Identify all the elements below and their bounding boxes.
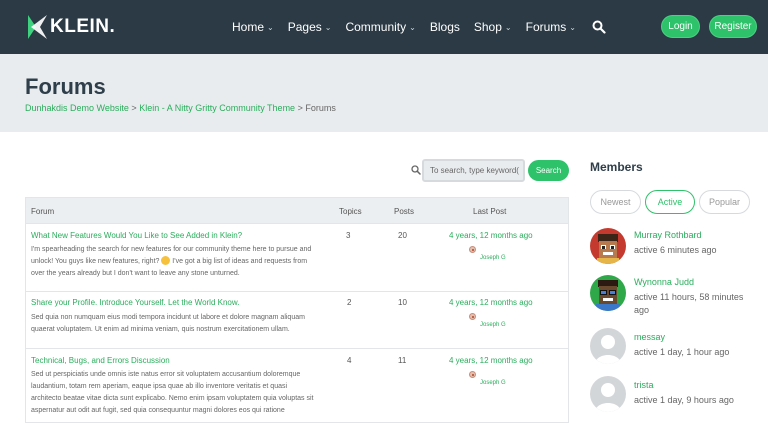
chevron-down-icon: ⌄ — [504, 22, 512, 32]
last-post-user[interactable]: Joseph G — [480, 322, 506, 328]
login-button[interactable]: Login — [661, 15, 700, 38]
table-row: Technical, Bugs, and Errors Discussion S… — [26, 348, 568, 422]
tab-newest[interactable]: Newest — [590, 190, 641, 214]
forum-description: I'm spearheading the search for new feat… — [31, 244, 325, 280]
breadcrumb-current: Forums — [305, 103, 336, 113]
forum-search-input[interactable] — [422, 159, 525, 182]
desc-text: unlock! You guys like new features, righ… — [31, 258, 162, 265]
col-topics: Topics — [339, 207, 362, 216]
user-avatar[interactable] — [469, 371, 476, 378]
member-name-link[interactable]: Wynonna Judd — [634, 277, 694, 287]
last-post-user[interactable]: Joseph G — [480, 255, 506, 261]
desc-line: Sed quia non numquam eius modi tempora i… — [31, 314, 305, 321]
last-post-link[interactable]: 4 years, 12 months ago — [449, 298, 533, 307]
default-user-icon — [595, 335, 621, 364]
posts-count: 11 — [398, 356, 407, 365]
breadcrumb: Dunhakdis Demo Website > Klein - A Nitty… — [25, 103, 336, 113]
member-activity: active 1 day, 9 hours ago — [634, 395, 734, 405]
desc-text: I've got a big list of ideas and request… — [170, 258, 308, 265]
member-activity: active 6 minutes ago — [634, 245, 717, 255]
avatar[interactable] — [590, 228, 626, 264]
breadcrumb-separator: > — [131, 103, 137, 113]
col-last-post: Last Post — [473, 207, 507, 216]
nav-shop[interactable]: Shop ⌄ — [474, 20, 512, 34]
chevron-down-icon: ⌄ — [267, 22, 274, 32]
user-avatar[interactable] — [469, 313, 476, 320]
desc-line: quaerat voluptatem. Ut enim ad minima ve… — [31, 326, 290, 333]
forum-title-link[interactable]: Technical, Bugs, and Errors Discussion — [31, 356, 170, 365]
avatar[interactable] — [590, 328, 626, 364]
breadcrumb-theme-link[interactable]: Klein - A Nitty Gritty Community Theme — [139, 103, 295, 113]
desc-line: unlock! You guys like new features, righ… — [31, 256, 325, 268]
nav-forums[interactable]: Forums ⌄ — [526, 20, 576, 34]
search-icon[interactable] — [592, 20, 606, 34]
topics-count: 2 — [347, 298, 352, 307]
posts-count: 20 — [398, 231, 407, 240]
search-button[interactable]: Search — [528, 160, 569, 181]
table-row: What New Features Would You Like to See … — [26, 223, 568, 291]
nav-home[interactable]: Home ⌄ — [232, 20, 274, 34]
nav-blogs-label: Blogs — [429, 20, 460, 34]
forums-table: Forum Topics Posts Last Post What New Fe… — [25, 197, 569, 423]
smiley-icon — [161, 256, 171, 265]
nav-community-label: Community — [345, 20, 407, 34]
forum-title-link[interactable]: What New Features Would You Like to See … — [31, 231, 242, 240]
top-navbar: KLEIN. Home ⌄ Pages ⌄ Community ⌄ Blogs Sho… — [0, 0, 768, 54]
nav-shop-label: Shop — [473, 20, 502, 34]
forum-title-link[interactable]: Share your Profile. Introduce Yourself. … — [31, 298, 239, 307]
last-post-link[interactable]: 4 years, 12 months ago — [449, 356, 533, 365]
members-widget-title: Members — [590, 160, 643, 174]
last-post-link[interactable]: 4 years, 12 months ago — [449, 231, 533, 240]
nav-blogs[interactable]: Blogs — [430, 20, 460, 34]
search-icon — [411, 165, 421, 175]
desc-line: laudantium, totam rem aperiam, eaque ips… — [31, 383, 288, 390]
pixel-avatar-icon — [590, 228, 626, 264]
avatar[interactable] — [590, 275, 626, 311]
desc-line: over the years already but I don't want … — [31, 270, 240, 277]
nav-pages[interactable]: Pages ⌄ — [288, 20, 332, 34]
main-nav: Home ⌄ Pages ⌄ Community ⌄ Blogs Shop ⌄ Foru… — [232, 0, 606, 54]
member-activity: active 1 day, 1 hour ago — [634, 347, 730, 357]
site-logo[interactable]: KLEIN. — [26, 12, 115, 42]
pixel-avatar-icon — [590, 275, 626, 311]
forum-description: Sed ut perspiciatis unde omnis iste natu… — [31, 369, 325, 417]
desc-line: architecto beatae vitae dicta sunt expli… — [31, 395, 314, 402]
desc-line: aspernatur aut odit aut fugit, sed quia … — [31, 407, 285, 414]
member-activity: active 11 hours, 58 minutes ago — [634, 292, 744, 315]
topics-count: 3 — [346, 231, 351, 240]
member-name-link[interactable]: Murray Rothbard — [634, 230, 702, 240]
member-name-link[interactable]: trista — [634, 380, 654, 390]
col-forum: Forum — [31, 207, 55, 216]
forum-description: Sed quia non numquam eius modi tempora i… — [31, 312, 325, 336]
default-user-icon — [595, 383, 621, 412]
desc-line: I'm spearheading the search for new feat… — [31, 246, 312, 253]
nav-pages-label: Pages — [287, 20, 322, 34]
breadcrumb-separator: > — [297, 103, 303, 113]
breadcrumb-home-link[interactable]: Dunhakdis Demo Website — [25, 103, 129, 113]
chevron-down-icon: ⌄ — [324, 22, 332, 32]
nav-community[interactable]: Community ⌄ — [345, 20, 415, 34]
topics-count: 4 — [347, 356, 352, 365]
posts-count: 10 — [398, 298, 407, 307]
user-avatar[interactable] — [469, 246, 476, 253]
member-name-link[interactable]: messay — [634, 332, 665, 342]
logo-text: KLEIN. — [50, 16, 116, 37]
nav-home-label: Home — [232, 20, 265, 34]
page-title: Forums — [25, 74, 106, 99]
table-row: Share your Profile. Introduce Yourself. … — [26, 291, 568, 348]
nav-forums-label: Forums — [525, 20, 567, 34]
avatar[interactable] — [590, 376, 626, 412]
table-header: Forum Topics Posts Last Post — [26, 198, 568, 223]
logo-mark-icon — [28, 15, 47, 39]
chevron-down-icon: ⌄ — [569, 22, 576, 32]
desc-line: Sed ut perspiciatis unde omnis iste natu… — [31, 371, 301, 378]
tab-popular[interactable]: Popular — [699, 190, 750, 214]
register-button[interactable]: Register — [709, 15, 757, 38]
last-post-user[interactable]: Joseph G — [480, 380, 506, 386]
chevron-down-icon: ⌄ — [409, 22, 416, 32]
col-posts: Posts — [394, 207, 415, 216]
tab-active[interactable]: Active — [645, 190, 695, 214]
page-header: Forums Dunhakdis Demo Website > Klein - … — [0, 54, 768, 132]
